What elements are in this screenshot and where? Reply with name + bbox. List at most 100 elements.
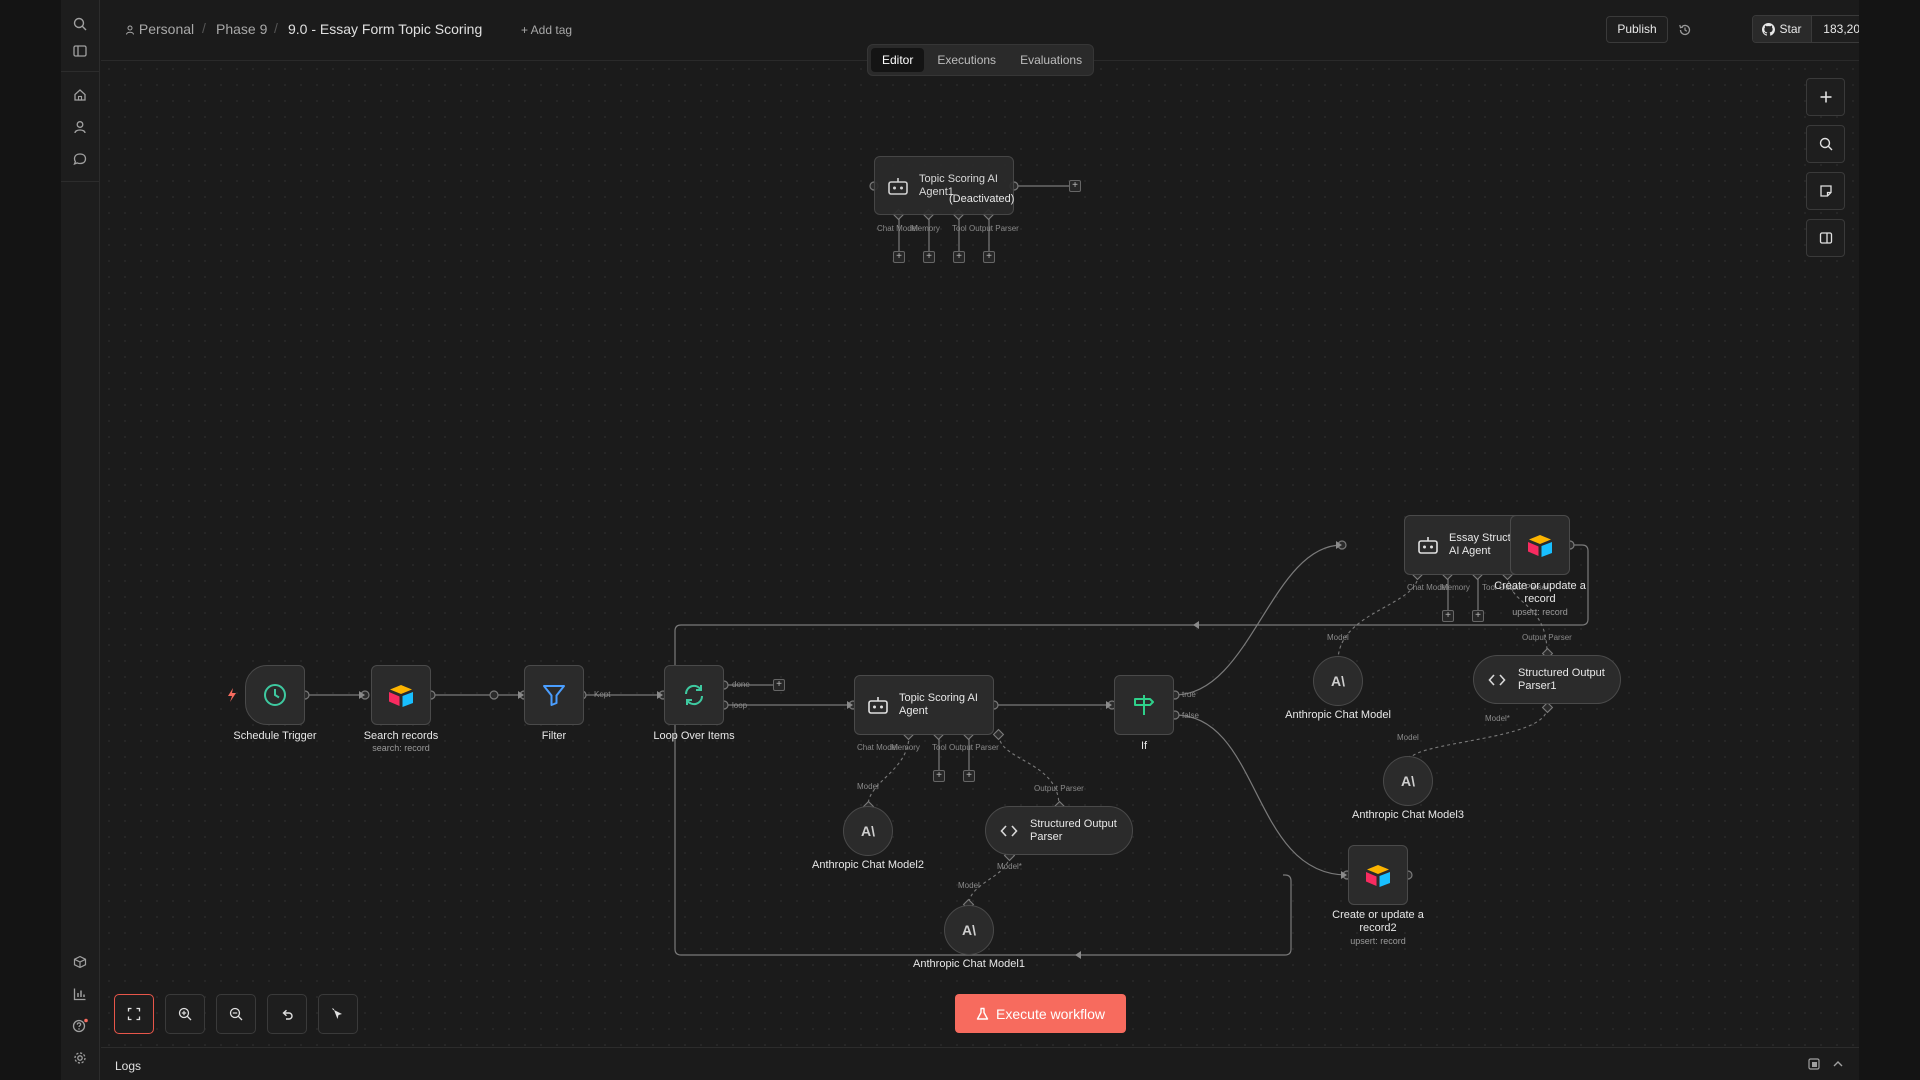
port-label-model: Model xyxy=(1397,733,1419,742)
view-tabs: Editor Executions Evaluations xyxy=(867,44,1094,76)
node-label: Schedule Trigger xyxy=(233,730,317,742)
node-title: Topic Scoring AI Agent xyxy=(899,692,978,717)
add-node-plus-icon[interactable]: + xyxy=(773,679,785,691)
add-tag-button[interactable]: + Add tag xyxy=(521,23,572,37)
add-node-plus-icon[interactable]: + xyxy=(893,251,905,263)
node-anthropic-chat-model2[interactable]: A\ xyxy=(843,806,893,856)
tab-editor[interactable]: Editor xyxy=(871,48,925,72)
clock-icon xyxy=(264,684,286,706)
execute-workflow-button[interactable]: Execute workflow xyxy=(955,994,1126,1033)
port-label-output-parser: Output Parser xyxy=(949,743,999,752)
search-icon xyxy=(1819,137,1832,151)
node-loop-over-items[interactable] xyxy=(664,665,724,725)
connection-line xyxy=(1174,714,1348,876)
fit-view-button[interactable] xyxy=(114,994,154,1034)
logs-label: Logs xyxy=(115,1059,142,1073)
github-star-widget: Star 183,200 xyxy=(1752,15,1859,43)
node-search-records[interactable] xyxy=(371,665,431,725)
node-subtitle: upsert: record xyxy=(1350,936,1406,946)
node-label: Create or update a record xyxy=(1494,580,1586,605)
zoom-out-button[interactable] xyxy=(216,994,256,1034)
output-label-false: false xyxy=(1182,711,1199,720)
airtable-icon xyxy=(1366,865,1390,887)
node-subtitle: upsert: record xyxy=(1512,607,1568,617)
anthropic-icon: A\ xyxy=(1401,772,1415,789)
node-topic-scoring-agent1[interactable]: Topic Scoring AI Agent1 xyxy=(874,156,1014,215)
node-topic-scoring-agent[interactable]: Topic Scoring AI Agent xyxy=(854,675,994,735)
code-brackets-icon xyxy=(1488,673,1506,686)
airtable-icon xyxy=(1528,535,1552,557)
github-star-count: 183,200 xyxy=(1823,22,1859,36)
github-star-label: Star xyxy=(1779,22,1802,36)
add-node-plus-icon[interactable]: + xyxy=(933,770,945,782)
node-anthropic-chat-model3[interactable]: A\ xyxy=(1383,756,1433,806)
dashed-connection xyxy=(1337,574,1419,662)
port-dot xyxy=(1337,540,1347,550)
robot-icon xyxy=(868,697,888,714)
user-icon[interactable] xyxy=(69,116,91,138)
cursor-sparkle-icon xyxy=(332,1008,342,1019)
add-node-button[interactable] xyxy=(1806,78,1845,116)
port-diamond xyxy=(992,728,1005,741)
node-anthropic-chat-model[interactable]: A\ xyxy=(1313,656,1363,706)
node-filter[interactable] xyxy=(524,665,584,725)
undo-button[interactable] xyxy=(267,994,307,1034)
help-icon[interactable] xyxy=(69,1015,91,1037)
search-icon[interactable] xyxy=(69,13,91,35)
breadcrumb-folder[interactable]: Phase 9 xyxy=(216,21,267,37)
logs-panel-bar[interactable]: Logs xyxy=(101,1047,1859,1080)
app-window: Personal / Phase 9 / 9.0 - Essay Form To… xyxy=(61,0,1859,1080)
node-structured-output-parser[interactable]: Structured Output Parser xyxy=(985,806,1133,855)
airtable-icon xyxy=(389,685,413,707)
history-icon[interactable] xyxy=(1671,16,1699,43)
chevron-up-icon[interactable] xyxy=(1831,1057,1845,1076)
execute-workflow-label: Execute workflow xyxy=(996,1005,1105,1022)
tab-evaluations[interactable]: Evaluations xyxy=(1009,48,1093,72)
add-node-plus-icon[interactable]: + xyxy=(963,770,975,782)
port-label-output-parser: Output Parser xyxy=(1034,784,1084,793)
port-label-tool: Tool xyxy=(952,224,967,233)
publish-button[interactable]: Publish xyxy=(1606,16,1668,43)
sidebar-toggle-icon[interactable] xyxy=(69,40,91,62)
logs-popout-icon[interactable] xyxy=(1807,1057,1821,1076)
person-icon xyxy=(126,25,134,35)
add-node-plus-icon[interactable]: + xyxy=(923,251,935,263)
workflow-canvas[interactable]: Topic Scoring AI Agent1 (Deactivated) Ch… xyxy=(101,61,1859,1047)
workflow-title[interactable]: 9.0 - Essay Form Topic Scoring xyxy=(288,21,482,37)
add-node-plus-icon[interactable]: + xyxy=(953,251,965,263)
port-dot xyxy=(360,690,370,700)
add-node-plus-icon[interactable]: + xyxy=(983,251,995,263)
chat-icon[interactable] xyxy=(69,148,91,170)
zoom-in-button[interactable] xyxy=(165,994,205,1034)
port-label-output-parser: Output Parser xyxy=(1522,633,1572,642)
port-diamond xyxy=(1541,701,1554,714)
node-structured-output-parser1[interactable]: Structured Output Parser1 xyxy=(1473,655,1621,704)
node-if[interactable] xyxy=(1114,675,1174,735)
insights-chart-icon[interactable] xyxy=(69,983,91,1005)
add-node-plus-icon[interactable]: + xyxy=(1069,180,1081,192)
github-star-button[interactable]: Star xyxy=(1753,16,1812,42)
toggle-panel-button[interactable] xyxy=(1806,219,1845,257)
sticky-note-button[interactable] xyxy=(1806,172,1845,210)
breadcrumb-project[interactable]: Personal xyxy=(125,21,194,37)
anthropic-icon: A\ xyxy=(1331,672,1345,689)
home-icon[interactable] xyxy=(69,84,91,106)
search-nodes-button[interactable] xyxy=(1806,125,1845,163)
cube-icon[interactable] xyxy=(69,951,91,973)
node-schedule-trigger[interactable] xyxy=(245,665,305,725)
settings-gear-icon[interactable] xyxy=(69,1047,91,1069)
fit-view-icon xyxy=(127,1007,141,1021)
code-brackets-icon xyxy=(1000,824,1018,837)
node-create-update-record2[interactable] xyxy=(1348,845,1408,905)
zoom-in-icon xyxy=(178,1007,192,1021)
output-label-kept: Kept xyxy=(594,690,611,699)
node-title: Structured Output Parser1 xyxy=(1518,666,1605,692)
node-anthropic-chat-model1[interactable]: A\ xyxy=(944,905,994,955)
port-label-output-parser: Output Parser xyxy=(969,224,1019,233)
tidy-up-button[interactable] xyxy=(318,994,358,1034)
anthropic-icon: A\ xyxy=(962,921,976,938)
tab-executions[interactable]: Executions xyxy=(926,48,1007,72)
port-label-tool: Tool xyxy=(932,743,947,752)
node-create-update-record[interactable] xyxy=(1510,515,1570,575)
add-node-plus-icon[interactable]: + xyxy=(1442,610,1454,622)
